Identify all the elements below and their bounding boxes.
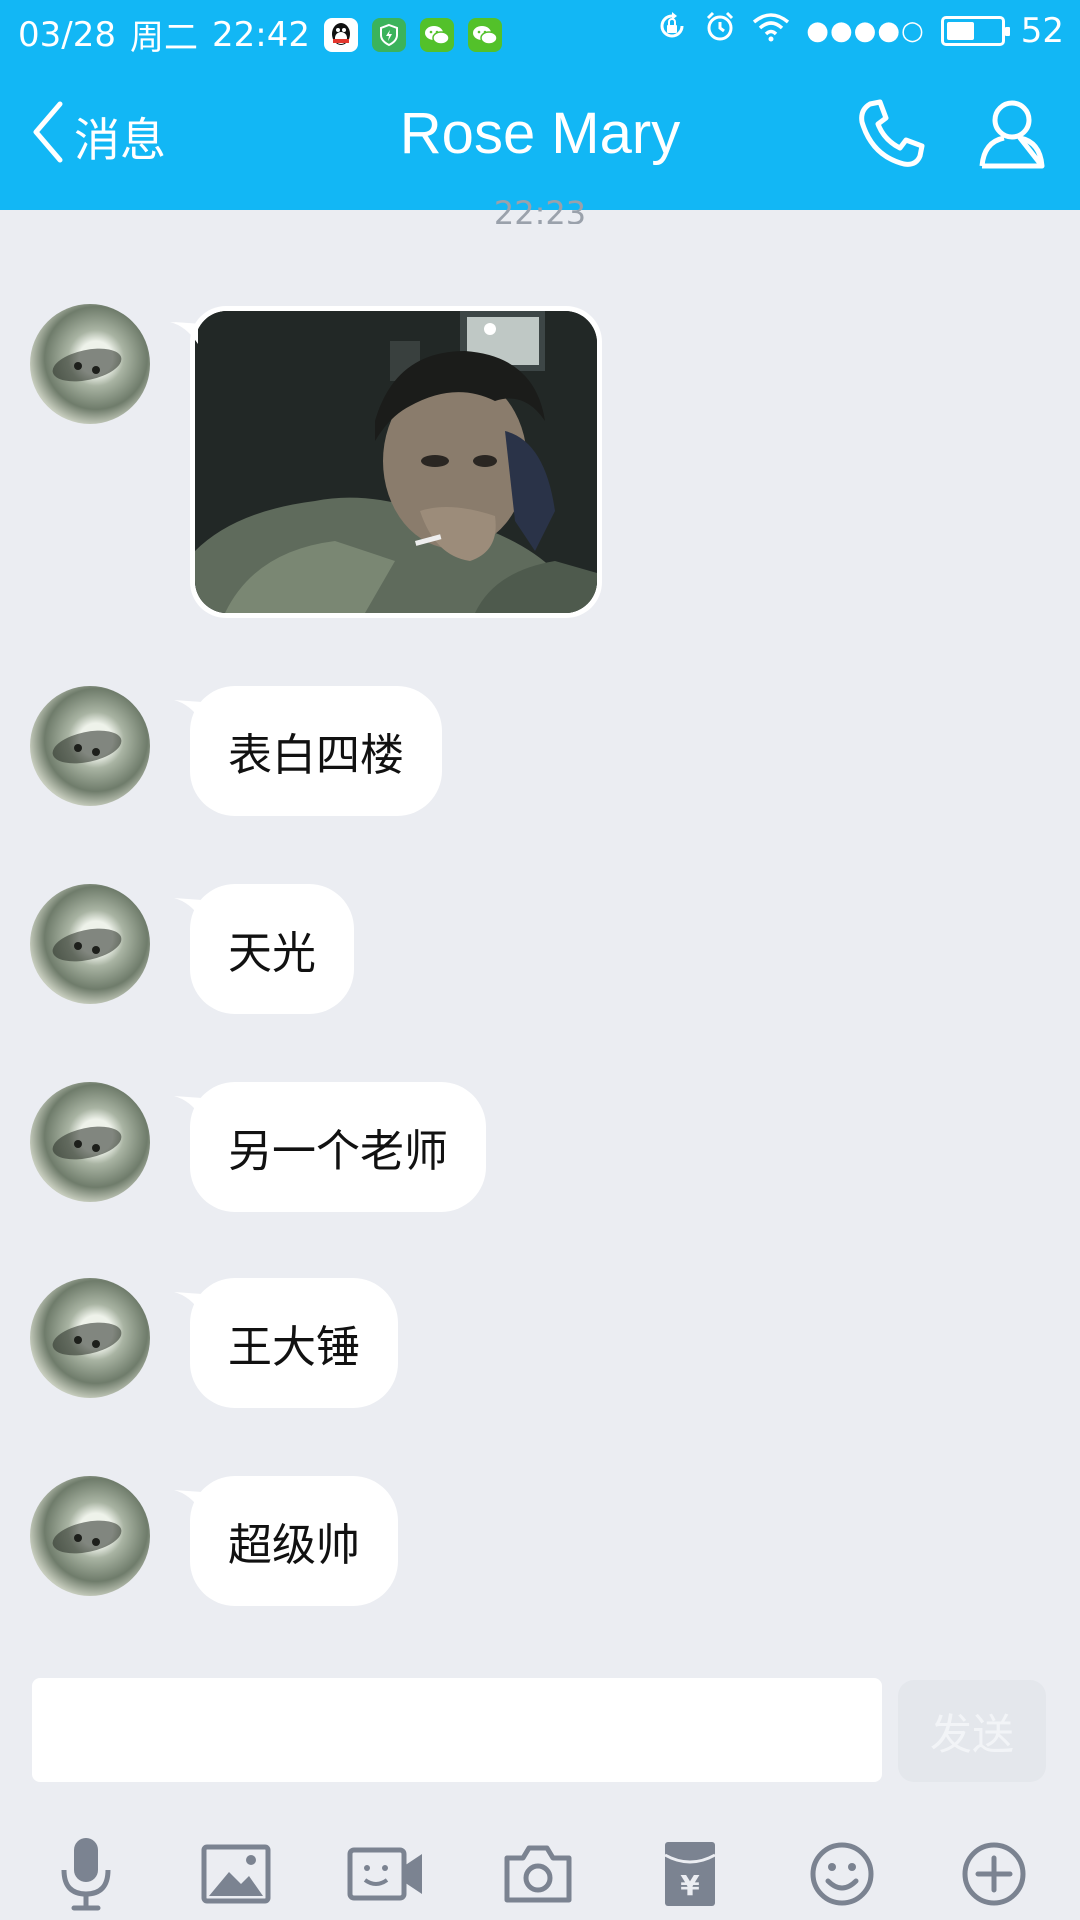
call-button[interactable] <box>852 94 932 174</box>
red-packet-icon: ¥ <box>662 1839 718 1913</box>
emoji-button[interactable] <box>802 1836 882 1916</box>
message-row: 天光 <box>30 884 630 1014</box>
cat-avatar[interactable] <box>30 686 150 806</box>
bubble-tail <box>170 322 198 344</box>
message-timestamp: 22:23 <box>493 194 587 224</box>
svg-text:¥: ¥ <box>680 1869 700 1902</box>
more-button[interactable] <box>954 1836 1034 1916</box>
cat-avatar[interactable] <box>30 884 150 1004</box>
camera-button[interactable] <box>498 1836 578 1916</box>
message-row: 另一个老师 <box>30 1082 630 1212</box>
battery-fill <box>946 21 974 40</box>
send-button[interactable]: 发送 <box>898 1680 1046 1782</box>
wechat-icon <box>419 17 454 52</box>
input-toolbar: ¥ <box>0 1824 1080 1920</box>
message-bubble[interactable]: 天光 <box>190 884 354 1014</box>
message-input[interactable] <box>32 1678 882 1782</box>
photo-thumbnail[interactable] <box>195 311 597 613</box>
plus-icon <box>961 1841 1027 1911</box>
red-packet-button[interactable]: ¥ <box>650 1836 730 1916</box>
photo-bubble[interactable] <box>190 306 602 618</box>
emoji-icon <box>809 1841 875 1911</box>
phone-icon <box>852 99 932 178</box>
message-row: 超级帅 <box>30 1476 630 1606</box>
microphone-icon <box>56 1836 116 1916</box>
cat-avatar[interactable] <box>30 1082 150 1202</box>
wifi-icon <box>752 11 790 51</box>
chat-header: 消息 Rose Mary <box>0 62 1080 210</box>
signal-indicator: ●●●●○ <box>806 15 925 46</box>
battery-icon <box>940 15 1010 46</box>
message-bubble[interactable]: 表白四楼 <box>190 686 442 816</box>
photo-image <box>195 311 597 613</box>
profile-button[interactable] <box>972 94 1052 174</box>
gallery-button[interactable] <box>196 1836 276 1916</box>
person-icon <box>972 100 1052 178</box>
message-bubble[interactable]: 超级帅 <box>190 1476 398 1606</box>
input-bar: 发送 ¥ <box>0 1660 1080 1920</box>
message-bubble[interactable]: 王大锤 <box>190 1278 398 1408</box>
image-message[interactable] <box>170 306 602 618</box>
message-row: 表白四楼 <box>30 686 630 816</box>
video-call-icon <box>347 1844 425 1908</box>
message-row: 王大锤 <box>30 1278 630 1408</box>
image-icon <box>201 1844 271 1908</box>
status-bar: 03/28 周二 22:42 ●●●●○ 52 <box>0 0 1080 62</box>
status-date: 03/28 <box>18 14 116 55</box>
rotation-lock-icon <box>656 10 688 51</box>
wechat-icon <box>467 17 502 52</box>
alarm-icon <box>704 10 736 51</box>
status-time: 22:42 <box>211 14 310 55</box>
battery-percent: 52 <box>1020 10 1064 51</box>
shield-icon <box>371 17 406 52</box>
message-bubble[interactable]: 另一个老师 <box>190 1082 486 1212</box>
qq-icon <box>323 17 358 52</box>
camera-icon <box>503 1844 573 1908</box>
cat-avatar[interactable] <box>30 304 150 424</box>
status-weekday: 周二 <box>129 18 198 58</box>
cat-avatar[interactable] <box>30 1476 150 1596</box>
video-call-button[interactable] <box>346 1836 426 1916</box>
cat-avatar[interactable] <box>30 1278 150 1398</box>
voice-button[interactable] <box>46 1836 126 1916</box>
